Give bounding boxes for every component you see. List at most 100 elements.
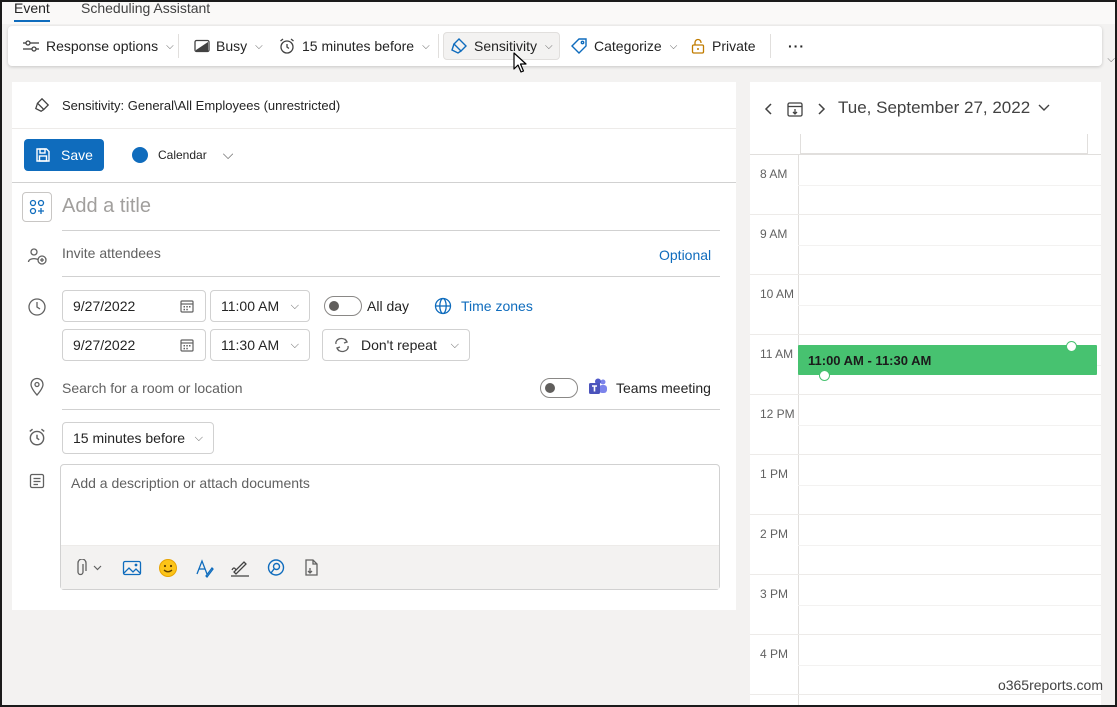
invite-attendees-input[interactable]: Invite attendees bbox=[62, 245, 161, 261]
hour-label: 9 AM bbox=[760, 227, 788, 241]
alarm-clock-icon bbox=[26, 426, 48, 448]
hour-row[interactable]: 12 PM bbox=[750, 395, 1101, 455]
hour-label: 8 AM bbox=[760, 167, 788, 181]
time-grid[interactable]: 8 AM 9 AM 10 AM 11 AM 12 PM 1 PM 2 PM 3 … bbox=[750, 154, 1101, 705]
time-zones-link[interactable]: Time zones bbox=[461, 298, 533, 314]
calendar-today-icon bbox=[787, 102, 803, 117]
optional-attendees-link[interactable]: Optional bbox=[659, 247, 711, 263]
calendar-event-block[interactable]: 11:00 AM - 11:30 AM bbox=[798, 345, 1097, 375]
description-placeholder: Add a description or attach documents bbox=[71, 475, 310, 491]
event-time-label: 11:00 AM - 11:30 AM bbox=[808, 352, 932, 368]
busy-button[interactable]: Busy ⌵ bbox=[188, 32, 269, 60]
hour-row[interactable]: 3 PM bbox=[750, 575, 1101, 635]
save-icon bbox=[36, 148, 50, 162]
previous-day-button[interactable] bbox=[758, 98, 780, 120]
save-button[interactable]: Save bbox=[24, 139, 104, 171]
busy-status-icon bbox=[194, 39, 210, 53]
go-to-today-button[interactable] bbox=[784, 98, 806, 120]
hour-row[interactable]: 9 AM bbox=[750, 215, 1101, 275]
title-input[interactable]: Add a title bbox=[62, 195, 151, 218]
emoji-icon bbox=[159, 558, 177, 577]
signature-button[interactable] bbox=[229, 557, 251, 579]
ribbon-divider bbox=[178, 34, 179, 58]
next-day-button[interactable] bbox=[810, 98, 832, 120]
calendar-label: Calendar bbox=[158, 147, 207, 162]
chevron-down-icon: ⌵ bbox=[222, 146, 234, 162]
response-options-button[interactable]: Response options ⌵ bbox=[16, 32, 180, 60]
alarm-clock-icon bbox=[280, 38, 294, 54]
loop-component-button[interactable] bbox=[265, 557, 287, 579]
hour-row[interactable]: 8 AM bbox=[750, 155, 1101, 215]
insert-image-button[interactable] bbox=[121, 557, 143, 579]
location-input[interactable]: Search for a room or location bbox=[62, 380, 243, 396]
mouse-cursor-icon bbox=[513, 52, 527, 73]
hour-row[interactable]: 10 AM bbox=[750, 275, 1101, 335]
insert-file-button[interactable] bbox=[301, 557, 323, 579]
ribbon-divider bbox=[438, 34, 439, 58]
paperclip-icon bbox=[77, 558, 102, 575]
tag-icon bbox=[571, 38, 587, 54]
attach-file-button[interactable] bbox=[73, 557, 107, 579]
calendar-selector[interactable]: Calendar ⌵ bbox=[132, 146, 233, 163]
title-icon-button[interactable] bbox=[22, 192, 52, 222]
sensitivity-button[interactable]: Sensitivity ⌵ bbox=[443, 32, 560, 60]
format-text-button[interactable] bbox=[193, 557, 215, 579]
tab-bar: Event Scheduling Assistant bbox=[2, 0, 1115, 24]
chevron-down-icon: ⌵ bbox=[422, 40, 430, 52]
reminder-button[interactable]: 15 minutes before ⌵ bbox=[272, 32, 436, 60]
hour-label: 12 PM bbox=[760, 407, 795, 421]
chevron-down-icon: ⌵ bbox=[545, 40, 553, 52]
teams-icon bbox=[589, 378, 607, 394]
all-day-strip bbox=[800, 134, 1088, 154]
chevron-down-icon: ⌵ bbox=[669, 40, 678, 52]
hour-label: 11 AM bbox=[760, 347, 794, 361]
calendar-date-selector[interactable]: Tue, September 27, 2022 bbox=[838, 98, 1050, 118]
chevron-down-icon: ⌵ bbox=[290, 299, 299, 312]
signature-icon bbox=[231, 560, 249, 577]
teams-meeting-toggle[interactable] bbox=[540, 378, 578, 398]
end-time-picker[interactable]: 11:30 AM ⌵ bbox=[210, 329, 310, 361]
save-label: Save bbox=[61, 147, 93, 163]
chevron-down-icon: ⌵ bbox=[194, 431, 203, 444]
categorize-button[interactable]: Categorize ⌵ bbox=[564, 32, 683, 60]
chevron-down-icon bbox=[1038, 104, 1050, 111]
description-editor[interactable]: Add a description or attach documents bbox=[60, 464, 720, 590]
sensitivity-bar: Sensitivity: General\All Employees (unre… bbox=[12, 82, 736, 129]
event-resize-handle-bottom[interactable] bbox=[819, 370, 830, 381]
hour-row[interactable]: 1 PM bbox=[750, 455, 1101, 515]
teams-meeting-label: Teams meeting bbox=[616, 380, 711, 396]
start-time-picker[interactable]: 11:00 AM ⌵ bbox=[210, 290, 310, 322]
attendees-icon bbox=[26, 245, 48, 267]
divider bbox=[12, 182, 736, 183]
loop-icon bbox=[267, 558, 285, 576]
more-options-button[interactable]: ··· bbox=[782, 32, 811, 60]
sensitivity-icon bbox=[35, 97, 50, 112]
location-icon bbox=[26, 376, 48, 398]
more-options-icon: ··· bbox=[788, 38, 805, 54]
reminder-label: 15 minutes before bbox=[302, 38, 415, 54]
hour-row[interactable]: 2 PM bbox=[750, 515, 1101, 575]
hour-label: 2 PM bbox=[760, 527, 789, 541]
sensitivity-text: Sensitivity: General\All Employees (unre… bbox=[62, 97, 341, 113]
private-label: Private bbox=[712, 38, 756, 54]
all-day-toggle[interactable] bbox=[324, 296, 362, 316]
tab-event[interactable]: Event bbox=[14, 0, 50, 22]
sensitivity-icon bbox=[451, 38, 467, 54]
divider bbox=[62, 230, 720, 231]
reminder-value: 15 minutes before bbox=[73, 430, 186, 446]
repeat-dropdown[interactable]: Don't repeat ⌵ bbox=[322, 329, 470, 361]
chevron-down-icon: ⌵ bbox=[450, 338, 459, 351]
event-resize-handle-top[interactable] bbox=[1066, 341, 1077, 352]
private-button[interactable]: Private bbox=[684, 32, 762, 60]
end-date-value: 9/27/2022 bbox=[73, 337, 136, 353]
insert-emoji-button[interactable] bbox=[157, 557, 179, 579]
globe-icon bbox=[434, 297, 452, 315]
calendar-icon bbox=[180, 300, 194, 313]
end-date-picker[interactable]: 9/27/2022 bbox=[62, 329, 206, 361]
repeat-icon bbox=[335, 337, 349, 353]
repeat-value: Don't repeat bbox=[361, 337, 437, 353]
tab-scheduling-assistant[interactable]: Scheduling Assistant bbox=[81, 0, 210, 16]
start-date-picker[interactable]: 9/27/2022 bbox=[62, 290, 206, 322]
reminder-dropdown[interactable]: 15 minutes before ⌵ bbox=[62, 422, 214, 454]
ribbon-expand-chevron-icon[interactable]: ⌵ bbox=[1107, 54, 1115, 65]
